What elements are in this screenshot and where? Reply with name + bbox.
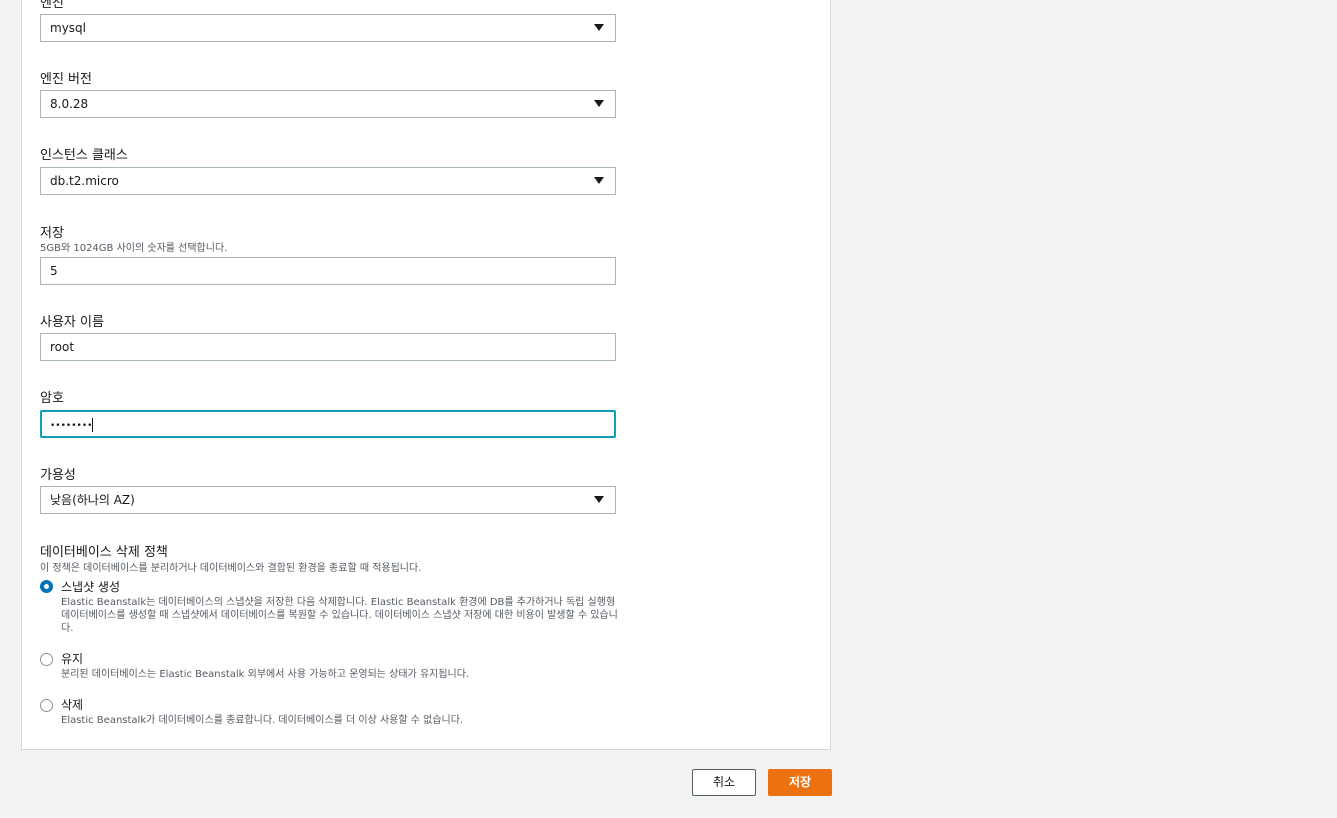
instance-class-value: db.t2.micro [50,174,119,188]
username-value: root [50,340,75,354]
availability-label: 가용성 [40,468,76,483]
deletion-policy-label: 데이터베이스 삭제 정책 [40,545,168,560]
caret-down-icon [594,100,604,107]
engine-version-value: 8.0.28 [50,97,89,111]
caret-down-icon [594,177,604,184]
caret-down-icon [594,24,604,31]
save-button[interactable]: 저장 [768,769,832,796]
option-retain-desc: 분리된 데이터베이스는 Elastic Beanstalk 외부에서 사용 가능… [61,669,470,680]
availability-value: 낮음(하나의 AZ) [50,493,135,507]
password-label: 암호 [40,391,64,406]
username-label: 사용자 이름 [40,315,104,330]
radio-retain[interactable] [40,653,53,666]
username-input[interactable]: root [40,333,616,361]
radio-delete[interactable] [40,699,53,712]
engine-value: mysql [50,21,86,35]
option-delete-title[interactable]: 삭제 [61,696,83,713]
cancel-button[interactable]: 취소 [692,769,756,796]
storage-value: 5 [50,264,58,278]
option-delete-desc: Elastic Beanstalk가 데이터베이스를 종료합니다. 데이터베이스… [61,715,464,726]
option-snapshot-desc: Elastic Beanstalk는 데이터베이스의 스냅샷을 저장한 다음 삭… [61,597,618,634]
instance-class-label: 인스턴스 클래스 [40,148,128,163]
text-cursor [92,417,94,432]
engine-version-label: 엔진 버전 [40,72,92,87]
engine-version-select[interactable]: 8.0.28 [40,90,616,118]
password-input[interactable]: •••••••• [40,410,616,438]
storage-input[interactable]: 5 [40,257,616,285]
engine-select[interactable]: mysql [40,14,616,42]
password-value: •••••••• [50,421,93,431]
instance-class-select[interactable]: db.t2.micro [40,167,616,195]
option-retain-title[interactable]: 유지 [61,650,83,667]
radio-snapshot[interactable] [40,580,53,593]
option-snapshot-title[interactable]: 스냅샷 생성 [61,578,120,595]
engine-label: 엔진 [40,0,64,11]
deletion-policy-hint: 이 정책은 데이터베이스를 분리하거나 데이터베이스와 결합된 환경을 종료할 … [40,563,422,574]
caret-down-icon [594,496,604,503]
storage-hint: 5GB와 1024GB 사이의 숫자를 선택합니다. [40,243,228,254]
availability-select[interactable]: 낮음(하나의 AZ) [40,486,616,514]
